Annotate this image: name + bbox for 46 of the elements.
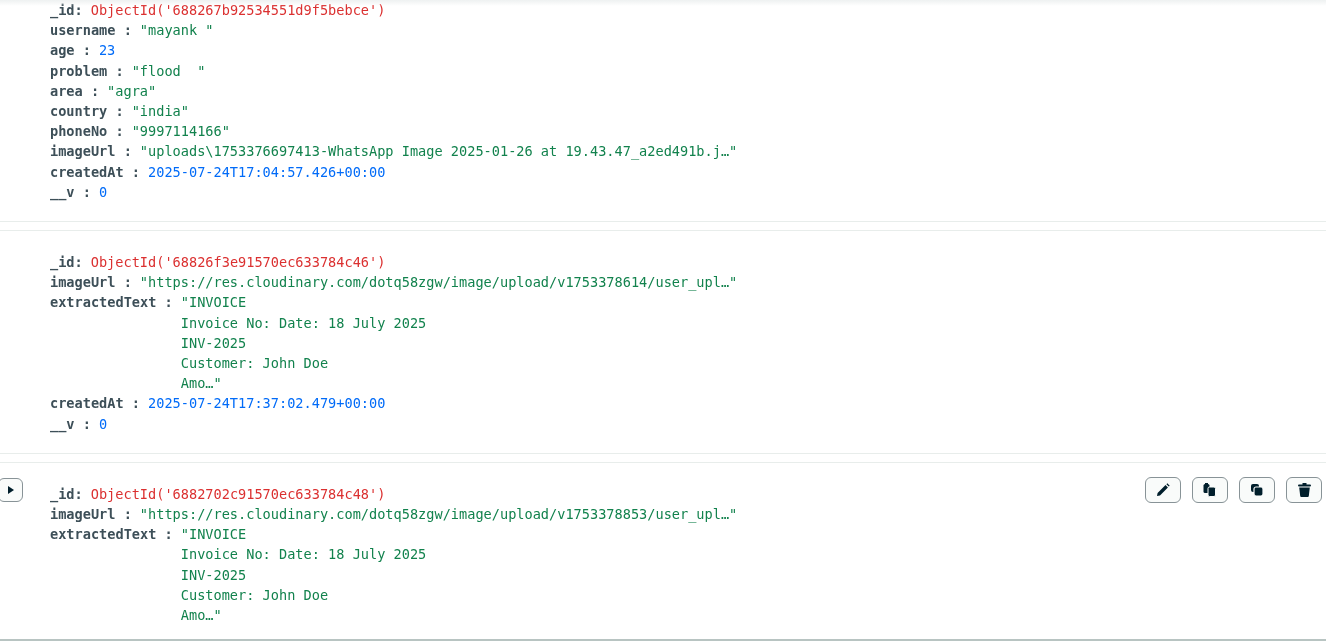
field-value: 2025-07-24T17:04:57.426+00:00: [148, 162, 386, 182]
field-name: createdAt :: [50, 162, 141, 182]
field-value: 23: [98, 41, 116, 61]
field-value: ObjectId('6882702c91570ec633784c48'): [90, 484, 386, 504]
field-name: imageUrl :: [50, 273, 132, 293]
clone-button[interactable]: [1239, 476, 1275, 503]
expand-button[interactable]: [0, 477, 23, 502]
caret-icon: [7, 485, 14, 494]
field-name: __v :: [50, 182, 91, 203]
field-name: country :: [50, 102, 124, 121]
field-value: ObjectId('688267b92534551d9f5bebce'): [90, 1, 386, 20]
field-name: _id:: [50, 484, 83, 505]
field-value: "agra": [107, 81, 157, 101]
field-value: ObjectId('68826f3e91570ec633784c46'): [90, 253, 386, 273]
field-name: createdAt :: [50, 394, 141, 414]
field-name: __v :: [50, 414, 91, 434]
field-name: extractedText :: [50, 293, 173, 313]
field-name: username :: [50, 21, 132, 41]
clipboard-icon: [1203, 482, 1217, 497]
delete-button[interactable]: [1286, 476, 1322, 503]
field-value: "uploads\1753376697413-WhatsApp Image 2025-01-26 at 19.43.47_a2ed491b.j…": [139, 142, 738, 162]
field-name: imageUrl :: [50, 142, 132, 162]
field-value: "mayank ": [139, 21, 214, 41]
field-value: 0: [98, 182, 108, 202]
edit-button[interactable]: [1145, 476, 1181, 503]
field-name: phoneNo :: [50, 122, 124, 142]
field-value: "india": [131, 102, 189, 121]
field-name: extractedText :: [50, 525, 173, 545]
field-name: problem :: [50, 61, 124, 81]
clone-icon: [1250, 482, 1264, 497]
field-name: imageUrl :: [50, 505, 132, 525]
field-value: "https://res.cloudinary.com/dotq58zgw/image/upload/v1753378853/user_upl…": [139, 505, 738, 525]
pencil-icon: [1156, 482, 1170, 497]
field-value: "flood ": [131, 61, 206, 81]
field-value-multiline: "INVOICE Invoice No: Date: 18 July 2025 INV-2025 Customer: John Doe Amo…": [180, 293, 427, 394]
field-name: _id:: [50, 253, 83, 273]
field-value: "9997114166": [131, 122, 230, 142]
copy-button[interactable]: [1192, 476, 1228, 503]
field-name: _id:: [50, 1, 83, 21]
field-value: "https://res.cloudinary.com/dotq58zgw/image/upload/v1753378614/user_upl…": [139, 273, 738, 293]
field-value: 2025-07-24T17:37:02.479+00:00: [148, 394, 386, 414]
field-name: area :: [50, 81, 100, 101]
field-value: 0: [98, 414, 108, 434]
field-value-multiline: "INVOICE Invoice No: Date: 18 July 2025 INV-2025 Customer: John Doe Amo…": [180, 525, 427, 626]
field-name: age :: [50, 41, 91, 61]
trash-icon: [1297, 482, 1311, 497]
